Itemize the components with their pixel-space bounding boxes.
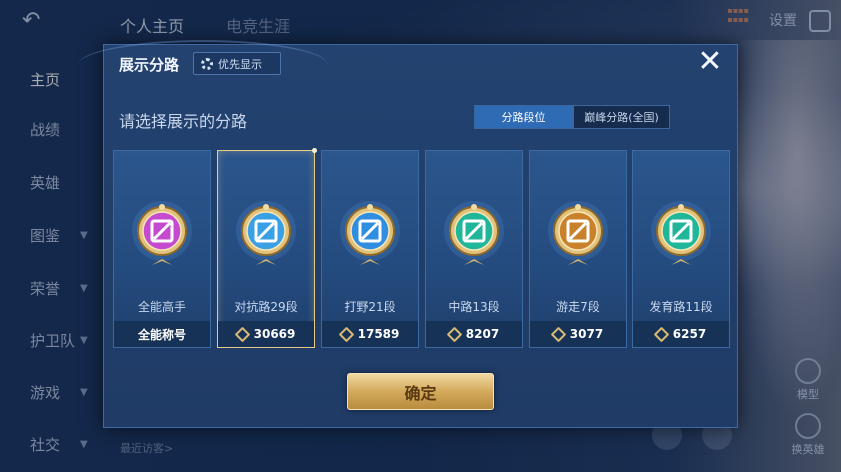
lane-score-bar: 6257 (633, 321, 729, 347)
score-diamond-icon (338, 326, 354, 342)
jungle-dragon-icon (338, 199, 402, 269)
segment-control: 分路段位 巅峰分路(全国) (474, 105, 670, 129)
dialog-prompt: 请选择展示的分路 (119, 112, 248, 131)
lane-score-bar: 3077 (530, 321, 626, 347)
lane-score-bar: 17589 (322, 321, 418, 347)
lane-score-value: 全能称号 (137, 327, 186, 342)
lane-score-value: 6257 (672, 327, 707, 341)
all-round-icon (130, 199, 194, 269)
lane-score-bar: 8207 (426, 321, 522, 347)
lane-score-value: 17589 (357, 327, 400, 341)
lane-score-value: 30669 (253, 327, 296, 341)
roam-icon (546, 199, 610, 269)
lane-name: 中路13段 (448, 300, 500, 314)
lane-score-bar: 30669 (218, 321, 314, 347)
segment-lane-rank[interactable]: 分路段位 (474, 105, 573, 129)
close-icon[interactable]: ✕ (694, 47, 726, 79)
lane-score-bar: 全能称号 (114, 321, 210, 347)
farm-lane-icon (649, 199, 713, 269)
lane-card[interactable]: 打野21段 17589 (321, 150, 419, 348)
lane-card[interactable]: 发育路11段 6257 (632, 150, 730, 348)
priority-label: 优先显示 (218, 57, 262, 71)
dialog-title: 展示分路 (119, 56, 180, 74)
confirm-button[interactable]: 确定 (347, 373, 494, 410)
score-diamond-icon (550, 326, 567, 342)
lane-name: 全能高手 (137, 300, 186, 314)
mid-lane-icon (442, 199, 506, 269)
gear-icon (201, 57, 213, 70)
score-diamond-icon (234, 326, 250, 342)
clash-lane-icon (234, 199, 298, 269)
selected-marker (312, 148, 317, 153)
lane-score-value: 8207 (465, 327, 500, 341)
score-diamond-icon (653, 326, 670, 342)
lane-score-value: 3077 (569, 327, 604, 341)
segment-peak-lane[interactable]: 巅峰分路(全国) (573, 105, 670, 129)
priority-display-button[interactable]: 优先显示 (193, 52, 281, 75)
lane-name: 发育路11段 (649, 300, 713, 314)
lane-name: 打野21段 (344, 300, 396, 314)
lane-card[interactable]: 全能高手 全能称号 (113, 150, 211, 348)
lane-card[interactable]: 游走7段 3077 (529, 150, 627, 348)
lane-name: 对抗路29段 (234, 300, 298, 314)
score-diamond-icon (446, 326, 463, 342)
lane-card[interactable]: 中路13段 8207 (425, 150, 523, 348)
lane-name: 游走7段 (556, 300, 600, 314)
lane-card[interactable]: 对抗路29段 30669 (217, 148, 317, 348)
